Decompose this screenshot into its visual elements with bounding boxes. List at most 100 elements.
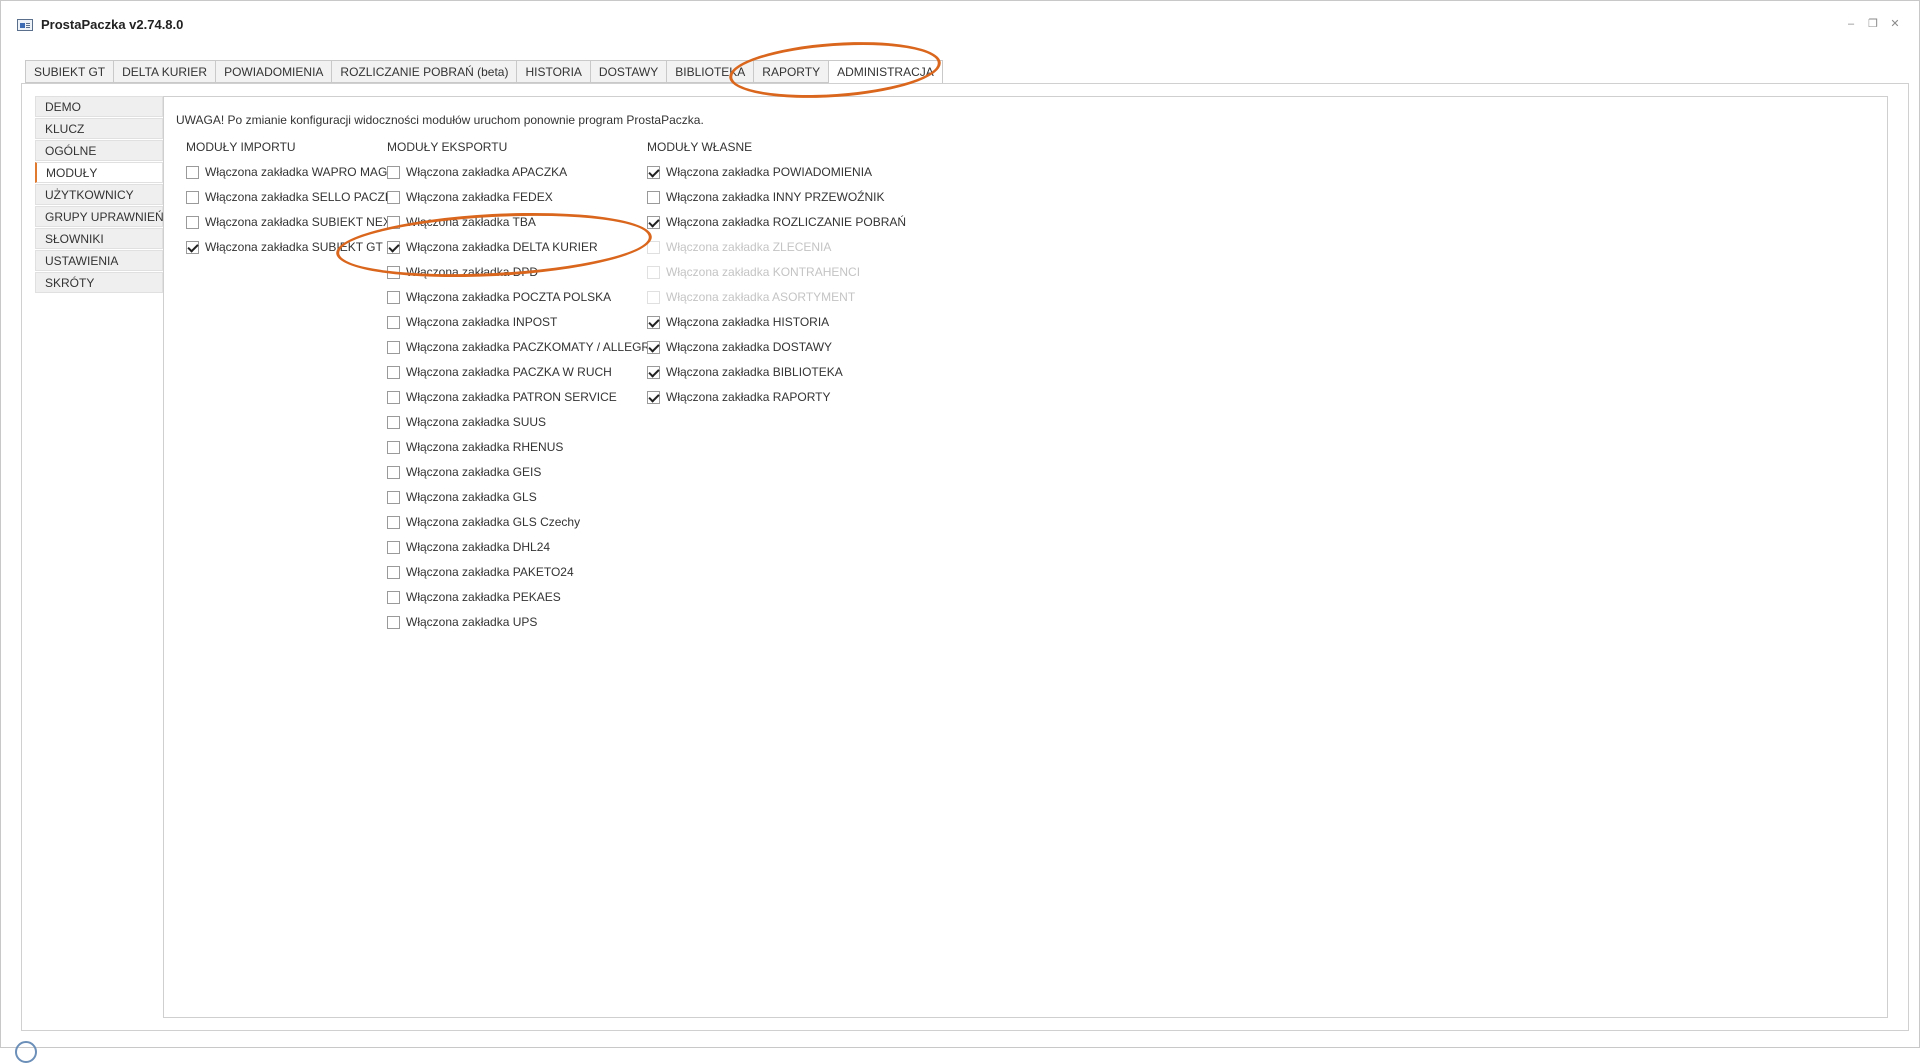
checkbox-unchecked[interactable] [387,415,400,429]
module-checkbox-row[interactable]: Włączona zakładka RAPORTY [647,389,831,405]
tab-rozliczanie-pobrań-beta[interactable]: ROZLICZANIE POBRAŃ (beta) [331,60,517,83]
tab-delta-kurier[interactable]: DELTA KURIER [113,60,216,83]
tab-historia[interactable]: HISTORIA [516,60,590,83]
tab-biblioteka[interactable]: BIBLIOTEKA [666,60,754,83]
module-checkbox-label: Włączona zakładka RAPORTY [666,390,831,404]
module-checkbox-row[interactable]: Włączona zakładka POWIADOMIENIA [647,164,872,180]
checkbox-unchecked[interactable] [387,365,400,379]
module-checkbox-label: Włączona zakładka APACZKA [406,165,568,179]
module-checkbox-row[interactable]: Włączona zakładka PATRON SERVICE [387,389,617,405]
module-checkbox-label: Włączona zakładka POCZTA POLSKA [406,290,612,304]
module-checkbox-label: Włączona zakładka KONTRAHENCI [666,265,861,279]
module-checkbox-label: Włączona zakładka GLS [406,490,537,504]
checkbox-unchecked[interactable] [387,265,400,279]
checkbox-unchecked[interactable] [387,390,400,404]
checkbox-unchecked[interactable] [387,590,400,604]
sidenav-item[interactable]: KLUCZ [35,118,163,139]
checkbox-unchecked[interactable] [387,490,400,504]
checkbox-checked[interactable] [647,340,660,354]
app-icon [17,19,33,31]
module-checkbox-label: Włączona zakładka PATRON SERVICE [406,390,617,404]
window-controls: – ❐ ✕ [1845,18,1901,30]
module-checkbox-row[interactable]: Włączona zakładka RHENUS [387,439,563,455]
module-checkbox-label: Włączona zakładka GLS Czechy [406,515,581,529]
module-checkbox-row[interactable]: Włączona zakładka PAKETO24 [387,564,574,580]
checkbox-checked[interactable] [387,240,400,254]
module-checkbox-row[interactable]: Włączona zakładka ROZLICZANIE POBRAŃ [647,214,906,230]
module-checkbox-row[interactable]: Włączona zakładka WAPRO MAG [186,164,387,180]
module-checkbox-row[interactable]: Włączona zakładka HISTORIA [647,314,829,330]
restore-icon[interactable]: ❐ [1867,18,1879,30]
checkbox-unchecked [647,240,660,254]
module-checkbox-label: Włączona zakładka BIBLIOTEKA [666,365,843,379]
module-checkbox-label: Włączona zakładka DELTA KURIER [406,240,598,254]
import-column-header: MODUŁY IMPORTU [186,140,296,154]
module-checkbox-row[interactable]: Włączona zakładka TBA [387,214,536,230]
module-checkbox-row[interactable]: Włączona zakładka GEIS [387,464,541,480]
checkbox-checked[interactable] [647,390,660,404]
module-checkbox-row[interactable]: Włączona zakładka INNY PRZEWOŹNIK [647,189,885,205]
module-checkbox-row[interactable]: Włączona zakładka GLS [387,489,537,505]
checkbox-checked[interactable] [647,365,660,379]
checkbox-unchecked[interactable] [186,190,199,204]
module-checkbox-row[interactable]: Włączona zakładka APACZKA [387,164,567,180]
sidenav-item[interactable]: MODUŁY [35,162,163,183]
checkbox-unchecked[interactable] [387,465,400,479]
module-checkbox-row[interactable]: Włączona zakładka DOSTAWY [647,339,832,355]
module-checkbox-row[interactable]: Włączona zakładka PACZKOMATY / ALLEGRO [387,339,659,355]
module-checkbox-row[interactable]: Włączona zakładka INPOST [387,314,557,330]
sidenav-item[interactable]: OGÓLNE [35,140,163,161]
sidenav-item[interactable]: DEMO [35,96,163,117]
module-checkbox-label: Włączona zakładka PEKAES [406,590,561,604]
checkbox-unchecked[interactable] [387,315,400,329]
checkbox-unchecked[interactable] [387,290,400,304]
module-checkbox-row[interactable]: Włączona zakładka PACZKA W RUCH [387,364,612,380]
tab-subiekt-gt[interactable]: SUBIEKT GT [25,60,114,83]
sidenav-item[interactable]: USTAWIENIA [35,250,163,271]
tab-dostawy[interactable]: DOSTAWY [589,60,667,83]
checkbox-checked[interactable] [186,240,199,254]
minimize-icon[interactable]: – [1845,18,1857,30]
sidenav-item[interactable]: GRUPY UPRAWNIEŃ [35,206,164,227]
checkbox-unchecked[interactable] [647,190,660,204]
checkbox-unchecked[interactable] [387,165,400,179]
tab-powiadomienia[interactable]: POWIADOMIENIA [215,60,332,83]
sidenav-item[interactable]: UŻYTKOWNICY [35,184,163,205]
checkbox-checked[interactable] [647,315,660,329]
checkbox-unchecked[interactable] [387,215,400,229]
module-checkbox-label: Włączona zakładka ZLECENIA [666,240,832,254]
module-checkbox-row[interactable]: Włączona zakładka POCZTA POLSKA [387,289,611,305]
module-checkbox-row[interactable]: Włączona zakładka UPS [387,614,537,630]
tab-administracja[interactable]: ADMINISTRACJA [828,60,943,84]
checkbox-unchecked[interactable] [186,165,199,179]
module-checkbox-label: Włączona zakładka FEDEX [406,190,553,204]
sidenav-item[interactable]: SKRÓTY [35,272,163,293]
module-checkbox-row[interactable]: Włączona zakładka SUBIEKT NEXO [186,214,400,230]
checkbox-unchecked[interactable] [387,515,400,529]
checkbox-checked[interactable] [647,165,660,179]
module-checkbox-row[interactable]: Włączona zakładka SUBIEKT GT [186,239,383,255]
module-checkbox-row[interactable]: Włączona zakładka DELTA KURIER [387,239,598,255]
checkbox-unchecked[interactable] [387,440,400,454]
checkbox-unchecked[interactable] [387,190,400,204]
module-checkbox-row[interactable]: Włączona zakładka SUUS [387,414,546,430]
checkbox-unchecked[interactable] [387,340,400,354]
module-checkbox-row[interactable]: Włączona zakładka GLS Czechy [387,514,580,530]
tab-raporty[interactable]: RAPORTY [753,60,829,83]
checkbox-unchecked[interactable] [387,615,400,629]
module-checkbox-label: Włączona zakładka TBA [406,215,536,229]
module-checkbox-row[interactable]: Włączona zakładka PEKAES [387,589,561,605]
checkbox-checked[interactable] [647,215,660,229]
module-checkbox-row[interactable]: Włączona zakładka FEDEX [387,189,553,205]
module-checkbox-row[interactable]: Włączona zakładka DHL24 [387,539,550,555]
checkbox-unchecked[interactable] [387,565,400,579]
module-checkbox-label: Włączona zakładka RHENUS [406,440,564,454]
module-checkbox-row[interactable]: Włączona zakładka SELLO PACZKI [186,189,396,205]
module-checkbox-label: Włączona zakładka SUBIEKT NEXO [205,215,401,229]
checkbox-unchecked[interactable] [186,215,199,229]
module-checkbox-row[interactable]: Włączona zakładka DPD [387,264,538,280]
module-checkbox-row[interactable]: Włączona zakładka BIBLIOTEKA [647,364,843,380]
checkbox-unchecked[interactable] [387,540,400,554]
close-icon[interactable]: ✕ [1889,18,1901,30]
sidenav-item[interactable]: SŁOWNIKI [35,228,163,249]
